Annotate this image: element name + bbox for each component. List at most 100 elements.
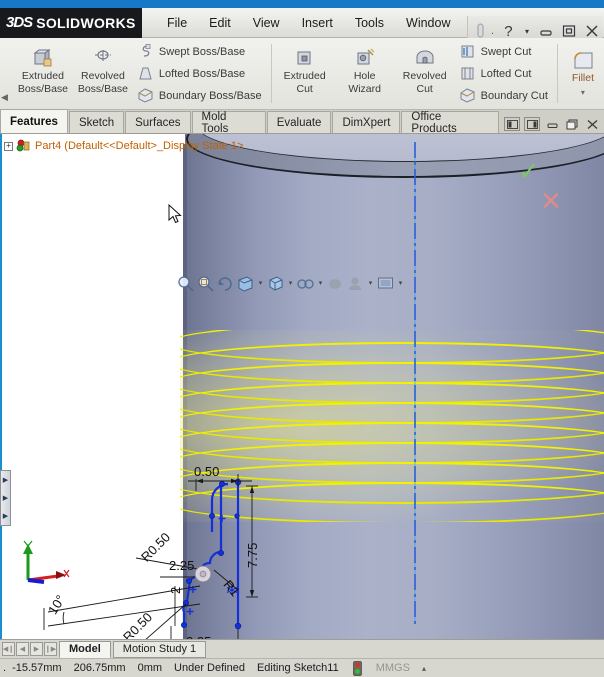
tab-features[interactable]: Features	[0, 109, 68, 133]
menu-item-view[interactable]: View	[242, 12, 291, 34]
tab-navigation-buttons: ◀❙ ◀ ▶ ❙▶	[0, 642, 57, 656]
last-tab-icon[interactable]: ❙▶	[44, 642, 57, 656]
ribbon-group-cut: Extruded Cut Hole Wizard Revolved Cut Sw…	[270, 38, 557, 109]
zoom-to-area-icon[interactable]	[196, 274, 215, 293]
dimension-label-775[interactable]: 7.75	[245, 543, 260, 568]
tab-sketch[interactable]: Sketch	[68, 111, 125, 133]
status-units-caret[interactable]: ▴	[416, 664, 426, 673]
revolved-boss-label-1: Revolved	[81, 69, 125, 82]
display-style-icon[interactable]	[296, 274, 315, 293]
tab-model[interactable]: Model	[59, 640, 111, 658]
first-tab-icon[interactable]: ◀❙	[2, 642, 15, 656]
zoom-to-fit-icon[interactable]	[176, 274, 195, 293]
revolved-cut-icon	[413, 47, 437, 69]
fillet-dropdown-caret[interactable]: ▾	[581, 88, 585, 97]
doc-minimize-icon[interactable]	[544, 117, 560, 131]
ribbon-toolbar: ◀ Extruded Boss/Base Revolved Boss/Base …	[0, 38, 604, 110]
boundary-cut-button[interactable]: Boundary Cut	[457, 85, 553, 106]
revolved-boss-base-button[interactable]: Revolved Boss/Base	[73, 41, 133, 107]
tab-evaluate[interactable]: Evaluate	[266, 111, 332, 133]
revolved-boss-label-2: Boss/Base	[77, 83, 129, 96]
panel-expand-arrow-1[interactable]: ▶	[3, 477, 8, 484]
tab-motion-study-1[interactable]: Motion Study 1	[112, 640, 207, 658]
brand-name-label: SOLIDWORKS	[36, 14, 136, 31]
swept-boss-label: Swept Boss/Base	[158, 45, 246, 58]
sketch-point	[180, 621, 187, 628]
mouse-cursor	[168, 203, 182, 229]
revolved-boss-icon	[91, 47, 115, 69]
doc-restore-icon[interactable]	[564, 117, 580, 131]
graphics-area[interactable]: 0.50 R0.50 2.25 7.75 R1 R0.50 3.25 2 10°…	[0, 134, 604, 639]
feature-tree-expander[interactable]: +	[4, 141, 13, 151]
document-window-controls	[500, 117, 604, 133]
boundary-boss-label: Boundary Boss/Base	[158, 89, 262, 102]
next-tab-icon[interactable]: ▶	[30, 642, 43, 656]
sketch-profile	[182, 482, 240, 626]
prev-tab-icon[interactable]: ◀	[16, 642, 29, 656]
sketch-confirm-check-icon[interactable]: ✓	[518, 156, 540, 187]
lofted-boss-base-button[interactable]: Lofted Boss/Base	[135, 63, 267, 84]
cut-small-list: Swept Cut Lofted Cut Boundary Cut	[455, 41, 553, 107]
swept-cut-button[interactable]: Swept Cut	[457, 41, 553, 62]
menu-item-edit[interactable]: Edit	[198, 12, 242, 34]
edit-appearance-caret[interactable]: ▾	[366, 279, 375, 287]
extruded-cut-label-2: Cut	[296, 83, 313, 96]
hole-wizard-button[interactable]: Hole Wizard	[335, 41, 395, 107]
hide-show-items-icon[interactable]	[326, 274, 345, 293]
ribbon-scroll-left[interactable]: ◀	[0, 92, 9, 109]
boundary-boss-base-button[interactable]: Boundary Boss/Base	[135, 85, 267, 106]
section-view-caret[interactable]: ▾	[256, 279, 265, 287]
section-view-icon[interactable]	[236, 274, 255, 293]
display-style-caret[interactable]: ▾	[316, 279, 325, 287]
swept-cut-label: Swept Cut	[480, 45, 532, 58]
view-orientation-caret[interactable]: ▾	[286, 279, 295, 287]
dimension-label-225[interactable]: 2.25	[169, 558, 194, 573]
previous-view-icon[interactable]	[216, 274, 235, 293]
relation-plus-marker	[186, 608, 194, 615]
extruded-cut-button[interactable]: Extruded Cut	[275, 41, 335, 107]
hole-wizard-icon	[353, 47, 377, 69]
sketch-point	[218, 480, 225, 487]
tab-mold-tools[interactable]: Mold Tools	[191, 111, 266, 135]
fillet-icon	[571, 50, 595, 72]
sketch-cancel-x-icon[interactable]: ✕	[540, 186, 562, 217]
menu-item-window[interactable]: Window	[395, 12, 461, 34]
extruded-boss-base-button[interactable]: Extruded Boss/Base	[13, 41, 73, 107]
apply-scene-caret[interactable]: ▾	[396, 279, 405, 287]
sketch-overlay[interactable]	[0, 134, 604, 639]
revolved-cut-button[interactable]: Revolved Cut	[395, 41, 455, 107]
swept-boss-base-button[interactable]: Swept Boss/Base	[135, 41, 267, 62]
relation-plus-marker	[218, 515, 226, 522]
tab-dimxpert[interactable]: DimXpert	[332, 111, 401, 133]
panel-expand-arrow-2[interactable]: ▶	[3, 495, 8, 502]
part-document-icon	[16, 139, 32, 153]
swept-cut-icon	[459, 43, 476, 60]
menu-item-insert[interactable]: Insert	[291, 12, 344, 34]
doc-close-icon[interactable]	[584, 117, 600, 131]
dimension-drag-handle	[194, 565, 212, 583]
collapse-left-icon[interactable]	[504, 117, 520, 131]
dimension-label-2[interactable]: 2	[168, 587, 183, 594]
panel-expander-tabs[interactable]: ▶ ▶ ▶	[0, 470, 11, 526]
menu-item-file[interactable]: File	[156, 12, 198, 34]
dimension-label-050-top[interactable]: 0.50	[194, 464, 219, 479]
menu-bar: 3DS SOLIDWORKS File Edit View Insert Too…	[0, 7, 604, 46]
sketch-point	[234, 513, 240, 519]
fillet-button[interactable]: Fillet ▾	[561, 41, 604, 107]
tab-surfaces[interactable]: Surfaces	[125, 111, 191, 133]
view-orientation-icon[interactable]	[266, 274, 285, 293]
document-tab-bar: ◀❙ ◀ ▶ ❙▶ Model Motion Study 1	[0, 639, 604, 658]
lofted-cut-label: Lofted Cut	[480, 67, 532, 80]
status-z-coordinate: 0mm	[137, 662, 163, 674]
collapse-right-icon[interactable]	[524, 117, 540, 131]
edit-appearance-icon[interactable]	[346, 274, 365, 293]
status-units[interactable]: MMGS	[370, 662, 416, 674]
tab-office-products[interactable]: Office Products	[401, 111, 499, 135]
apply-scene-icon[interactable]	[376, 274, 395, 293]
menu-item-tools[interactable]: Tools	[344, 12, 395, 34]
hole-wizard-label-1: Hole	[353, 69, 376, 82]
lofted-cut-button[interactable]: Lofted Cut	[457, 63, 553, 84]
feature-tree-root[interactable]: + Part4 (Default<<Default>_Display State…	[4, 139, 243, 153]
panel-expand-arrow-3[interactable]: ▶	[3, 513, 8, 520]
sketch-point	[234, 622, 242, 630]
